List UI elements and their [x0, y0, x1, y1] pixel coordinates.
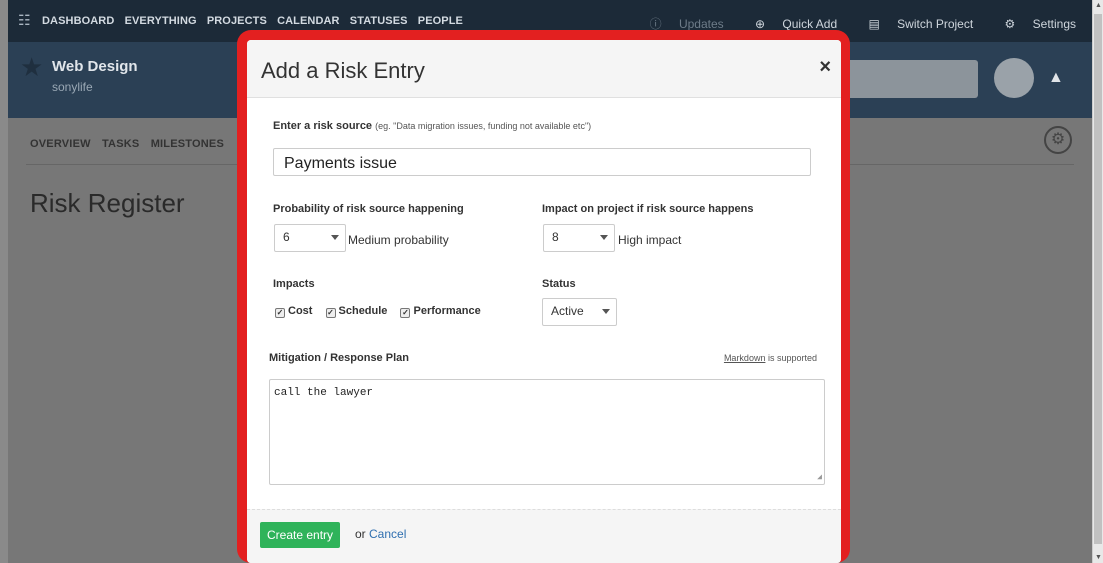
chevron-down-icon: [602, 309, 610, 314]
resize-handle-icon[interactable]: ◢: [817, 472, 822, 482]
gear-icon: ⚙: [1004, 17, 1016, 31]
app-logo-icon[interactable]: ☷: [18, 12, 32, 28]
add-risk-dialog: Add a Risk Entry × Enter a risk source (…: [247, 40, 841, 563]
scroll-up-arrow-icon[interactable]: ▲: [1095, 2, 1102, 9]
impact-performance-checkbox[interactable]: ✓ Performance: [400, 305, 481, 318]
info-icon: ⓘ: [649, 17, 662, 31]
dialog-header: Add a Risk Entry ×: [247, 40, 841, 98]
risk-source-input[interactable]: Payments issue: [273, 148, 811, 176]
or-text: or: [355, 527, 366, 541]
project-name[interactable]: Web Design: [52, 58, 138, 75]
impact-schedule-checkbox[interactable]: ✓ Schedule: [325, 305, 388, 318]
impacts-label: Impacts: [273, 278, 315, 290]
mitigation-text: call the lawyer: [274, 387, 374, 399]
folder-icon: ▤: [868, 17, 880, 31]
chevron-down-icon: [600, 235, 608, 240]
star-icon[interactable]: ★: [20, 52, 43, 83]
impact-label: Impact on project if risk source happens: [542, 203, 754, 215]
impact-cost-checkbox[interactable]: ✓ Cost: [275, 305, 313, 318]
status-select-value: Active: [551, 304, 584, 318]
project-subtitle: sonylife: [52, 80, 93, 94]
probability-select[interactable]: 6: [274, 224, 346, 252]
scroll-down-arrow-icon[interactable]: ▼: [1095, 554, 1102, 561]
impact-text: High impact: [618, 233, 682, 247]
nav-calendar[interactable]: CALENDAR: [277, 15, 340, 27]
checkbox-checked-icon: ✓: [275, 308, 285, 318]
create-entry-button[interactable]: Create entry: [260, 522, 341, 548]
project-subnav: OVERVIEW TASKS MILESTONES: [30, 138, 232, 150]
risk-source-label: Enter a risk source (eg. "Data migration…: [273, 120, 591, 132]
switch-project-label: Switch Project: [897, 17, 974, 31]
probability-select-value: 6: [283, 230, 290, 244]
mitigation-label: Mitigation / Response Plan: [269, 352, 409, 364]
nav-everything[interactable]: EVERYTHING: [125, 15, 197, 27]
risk-source-label-text: Enter a risk source: [273, 120, 373, 132]
updates-link[interactable]: ⓘ Updates: [636, 17, 724, 31]
markdown-note: Markdown is supported: [724, 353, 817, 363]
impact-schedule-label: Schedule: [338, 305, 388, 317]
project-search-input[interactable]: [838, 60, 978, 98]
probability-label: Probability of risk source happening: [273, 203, 464, 215]
markdown-link[interactable]: Markdown: [724, 353, 766, 363]
nav-statuses[interactable]: STATUSES: [350, 15, 408, 27]
scrollbar-thumb[interactable]: [1094, 14, 1102, 544]
checkbox-checked-icon: ✓: [400, 308, 411, 318]
page-title: Risk Register: [30, 188, 185, 218]
nav-projects[interactable]: PROJECTS: [207, 15, 267, 27]
impact-select[interactable]: 8: [543, 224, 615, 252]
dialog-title: Add a Risk Entry: [261, 58, 425, 83]
main-nav: DASHBOARD EVERYTHING PROJECTS CALENDAR S…: [42, 15, 470, 27]
plus-circle-icon: ⊕: [755, 17, 766, 31]
status-label: Status: [542, 278, 576, 290]
nav-dashboard[interactable]: DASHBOARD: [42, 15, 114, 27]
probability-text: Medium probability: [348, 233, 449, 247]
impacts-checkboxes: ✓ Cost ✓ Schedule ✓ Performance: [275, 305, 491, 318]
notification-bell-icon[interactable]: ▲: [1048, 69, 1064, 87]
impact-cost-label: Cost: [288, 305, 313, 317]
page-scrollbar[interactable]: ▲ ▼: [1092, 0, 1103, 563]
markdown-suffix: is supported: [767, 353, 817, 363]
tab-tasks[interactable]: TASKS: [102, 138, 139, 150]
cancel-link[interactable]: Cancel: [369, 527, 406, 541]
dialog-footer: Create entry or Cancel: [247, 509, 841, 563]
checkbox-checked-icon: ✓: [325, 308, 336, 318]
risk-source-hint: (eg. "Data migration issues, funding not…: [375, 121, 592, 131]
quick-add-link[interactable]: ⊕ Quick Add: [741, 17, 837, 31]
project-settings-gear-icon[interactable]: ⚙: [1044, 126, 1072, 154]
impact-performance-label: Performance: [413, 305, 481, 317]
close-icon[interactable]: ×: [819, 56, 831, 79]
nav-people[interactable]: PEOPLE: [418, 15, 463, 27]
status-select[interactable]: Active: [542, 298, 617, 326]
mitigation-textarea[interactable]: call the lawyer ◢: [269, 379, 825, 485]
settings-label: Settings: [1032, 17, 1076, 31]
left-strip: [0, 0, 8, 563]
tab-milestones[interactable]: MILESTONES: [151, 138, 224, 150]
switch-project-link[interactable]: ▤ Switch Project: [854, 17, 973, 31]
settings-link[interactable]: ⚙ Settings: [991, 17, 1076, 31]
impact-select-value: 8: [552, 230, 559, 244]
quick-add-label: Quick Add: [782, 17, 838, 31]
avatar[interactable]: [994, 58, 1034, 98]
updates-label: Updates: [678, 17, 724, 31]
chevron-down-icon: [331, 235, 339, 240]
tab-overview[interactable]: OVERVIEW: [30, 138, 91, 150]
